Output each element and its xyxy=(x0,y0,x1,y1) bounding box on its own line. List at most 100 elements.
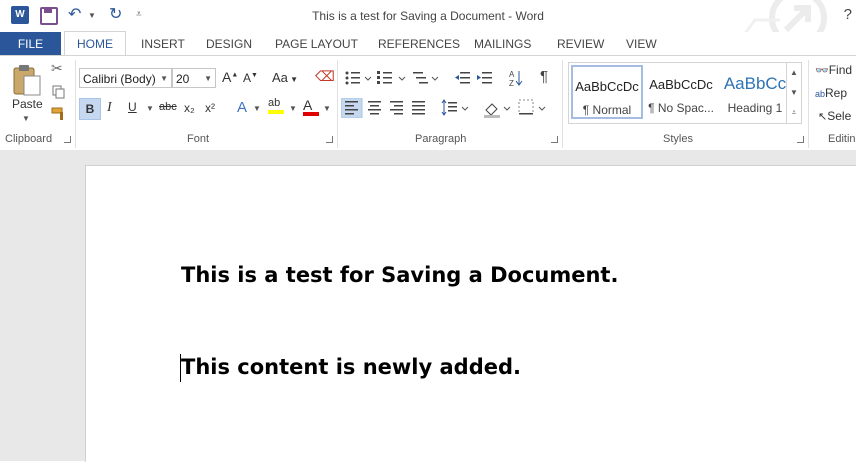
tab-view[interactable]: VIEW xyxy=(626,32,657,56)
chevron-down-icon xyxy=(503,106,511,111)
style-name: ¶ Normal xyxy=(582,103,632,117)
chevron-down-icon xyxy=(431,76,439,81)
highlight-button[interactable]: ab xyxy=(268,97,284,114)
paste-dropdown-icon[interactable]: ▼ xyxy=(22,114,30,123)
tab-mailings[interactable]: MAILINGS xyxy=(474,32,531,56)
chevron-down-icon xyxy=(398,76,406,81)
group-divider xyxy=(808,60,809,148)
text-effects-button[interactable]: A xyxy=(237,99,247,116)
document-paragraph-2[interactable]: This content is newly added. xyxy=(181,355,521,379)
sort-icon: AZ xyxy=(509,70,523,87)
tab-review[interactable]: REVIEW xyxy=(557,32,604,56)
clipboard-group-label: Clipboard xyxy=(5,133,53,145)
document-page[interactable]: This is a test for Saving a Document. Th… xyxy=(85,165,856,462)
strikethrough-button[interactable]: abc xyxy=(159,101,177,113)
font-name-dropdown[interactable]: Calibri (Body) ▼ xyxy=(79,68,172,88)
find-button[interactable]: 👓Find xyxy=(815,63,852,77)
grow-font-button[interactable]: A▲ xyxy=(222,69,238,85)
increase-indent-icon xyxy=(477,72,492,84)
gallery-more-icon[interactable]: ⩡ xyxy=(786,103,801,123)
ribbon-tabs: FILE HOME INSERT DESIGN PAGE LAYOUT REFE… xyxy=(0,31,856,57)
paragraph-launcher-icon[interactable] xyxy=(551,136,558,143)
style-no-spacing[interactable]: AaBbCcDc ¶ No Spac... xyxy=(645,65,717,119)
style-name: ¶ No Spac... xyxy=(648,101,714,115)
italic-button[interactable]: I xyxy=(107,100,112,116)
group-divider xyxy=(562,60,563,148)
subscript-button[interactable]: x₂ xyxy=(184,101,195,115)
shading-icon xyxy=(484,103,500,118)
clipboard-launcher-icon[interactable] xyxy=(64,136,71,143)
chevron-down-icon: ▼ xyxy=(204,74,212,83)
clear-formatting-icon[interactable]: ⌫ xyxy=(315,68,335,85)
change-case-button[interactable]: Aa ▼ xyxy=(272,70,298,85)
document-area: This is a test for Saving a Document. Th… xyxy=(0,150,856,462)
paragraph-row-1: AZ xyxy=(345,70,523,87)
superscript-button[interactable]: x² xyxy=(205,101,215,115)
font-color-dropdown-icon[interactable]: ▼ xyxy=(323,104,331,113)
numbering-icon xyxy=(377,71,392,84)
style-normal[interactable]: AaBbCcDc ¶ Normal xyxy=(571,65,643,119)
tab-references[interactable]: REFERENCES xyxy=(378,32,460,56)
font-size-dropdown[interactable]: 20 ▼ xyxy=(172,68,216,88)
tab-page-layout[interactable]: PAGE LAYOUT xyxy=(275,32,358,56)
styles-launcher-icon[interactable] xyxy=(797,136,804,143)
highlight-dropdown-icon[interactable]: ▼ xyxy=(289,104,297,113)
document-paragraph-1[interactable]: This is a test for Saving a Document. xyxy=(181,263,618,287)
style-sample: AaBbCcDc xyxy=(649,77,713,92)
style-heading-1[interactable]: AaBbCc Heading 1 xyxy=(719,65,791,119)
paste-button[interactable]: Paste xyxy=(12,97,43,111)
chevron-down-icon xyxy=(538,106,546,111)
group-divider xyxy=(337,60,338,148)
chevron-down-icon: ▼ xyxy=(160,74,168,83)
font-size-value: 20 xyxy=(176,72,190,86)
tab-design[interactable]: DESIGN xyxy=(206,32,252,56)
bold-button[interactable]: B xyxy=(79,98,101,120)
tab-file[interactable]: FILE xyxy=(0,32,61,56)
copy-icon[interactable] xyxy=(52,85,66,99)
cursor-arrow-icon: ↖ xyxy=(818,111,828,123)
line-spacing-icon xyxy=(441,99,457,116)
paragraph-group-label: Paragraph xyxy=(415,133,467,145)
replace-icon: ab xyxy=(815,89,826,99)
gallery-scroll-up-icon[interactable]: ▲ xyxy=(786,63,801,83)
font-group-label: Font xyxy=(187,133,210,145)
binoculars-icon: 👓 xyxy=(815,65,829,77)
align-right-icon xyxy=(390,101,403,115)
styles-group-label: Styles xyxy=(663,133,693,145)
show-hide-pilcrow-button[interactable]: ¶ xyxy=(540,68,548,85)
style-sample: AaBbCc xyxy=(723,74,787,93)
justify-icon xyxy=(412,101,425,115)
font-color-label: A xyxy=(303,97,313,113)
title-bar: W ↶ ▼ ↻ ⩡ This is a test for Saving a Do… xyxy=(0,0,856,54)
styles-gallery: AaBbCcDc ¶ Normal AaBbCcDc ¶ No Spac... … xyxy=(568,62,802,124)
help-icon[interactable]: ? xyxy=(844,6,852,23)
gallery-scroll-down-icon[interactable]: ▼ xyxy=(786,83,801,103)
select-button[interactable]: ↖Sele xyxy=(818,109,851,123)
cut-icon[interactable]: ✂ xyxy=(51,60,63,77)
chevron-down-icon xyxy=(461,106,469,111)
ribbon-home: Paste ▼ ✂ Clipboard Calibri (Body) ▼ 20 … xyxy=(0,55,856,151)
tab-insert[interactable]: INSERT xyxy=(141,32,185,56)
window-title: This is a test for Saving a Document - W… xyxy=(312,9,544,23)
paste-icon[interactable] xyxy=(12,62,42,96)
tab-home[interactable]: HOME xyxy=(64,31,126,57)
text-effects-dropdown-icon[interactable]: ▼ xyxy=(253,104,261,113)
highlight-label: ab xyxy=(268,97,281,109)
underline-button[interactable]: U xyxy=(128,100,137,114)
svg-text:Z: Z xyxy=(509,79,514,87)
svg-text:A: A xyxy=(509,70,515,79)
chevron-down-icon xyxy=(364,76,372,81)
underline-dropdown-icon[interactable]: ▼ xyxy=(146,104,154,113)
format-painter-icon[interactable] xyxy=(51,107,67,121)
replace-button[interactable]: abRep xyxy=(815,86,847,100)
decrease-indent-icon xyxy=(455,72,470,84)
font-color-button[interactable]: A xyxy=(303,97,319,116)
shrink-font-button[interactable]: A▼ xyxy=(243,71,258,85)
paragraph-row-2 xyxy=(341,98,546,118)
group-divider xyxy=(75,60,76,148)
borders-icon xyxy=(518,99,534,115)
editing-group-label: Editin xyxy=(828,133,856,145)
font-launcher-icon[interactable] xyxy=(326,136,333,143)
text-cursor xyxy=(180,354,181,382)
bullets-icon xyxy=(345,71,360,85)
